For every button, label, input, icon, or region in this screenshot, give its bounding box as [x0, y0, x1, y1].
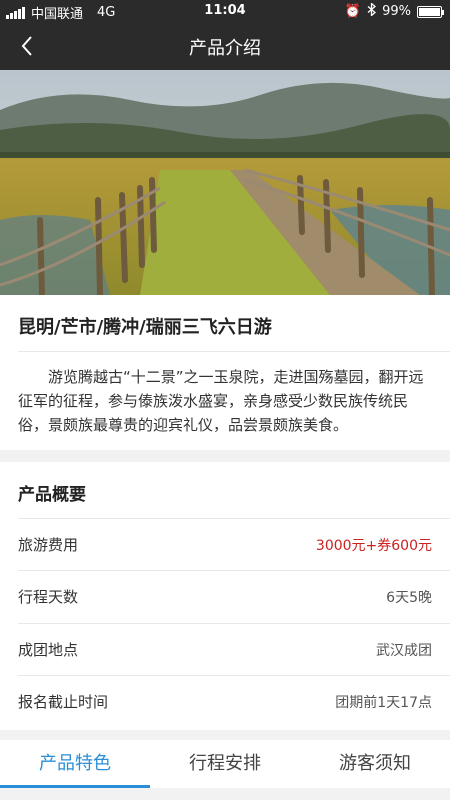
- battery-percent: 99%: [382, 4, 411, 19]
- overview-row-price: 旅游费用 3000元+券600元: [18, 518, 450, 570]
- bluetooth-icon: [367, 2, 377, 20]
- page-title: 产品介绍: [189, 38, 261, 59]
- row-label: 行程天数: [18, 588, 79, 606]
- tour-title: 昆明/芒市/腾冲/瑞丽三飞六日游: [18, 317, 272, 338]
- overview-card: 产品概要 旅游费用 3000元+券600元 行程天数 6天5晚 成团地点 武汉成…: [0, 462, 450, 730]
- tab-notice[interactable]: 游客须知: [300, 740, 450, 788]
- tour-info-card: 昆明/芒市/腾冲/瑞丽三飞六日游 游览腾越古“十二景”之一玉泉院，走进国殇墓园，…: [0, 295, 450, 450]
- divider: [18, 351, 450, 352]
- tab-bar: 产品特色 行程安排 游客须知: [0, 740, 450, 788]
- battery-icon: [417, 5, 444, 18]
- row-value: 6天5晚: [386, 589, 432, 606]
- row-label: 成团地点: [18, 641, 79, 659]
- row-value: 团期前1天17点: [335, 694, 432, 711]
- overview-row-deadline: 报名截止时间 团期前1天17点: [18, 675, 450, 727]
- hero-image: [0, 70, 450, 295]
- row-value: 3000元+券600元: [315, 537, 432, 554]
- battery-fill: [419, 7, 440, 16]
- overview-row-duration: 行程天数 6天5晚: [18, 570, 450, 622]
- tour-description: 游览腾越古“十二景”之一玉泉院，走进国殇墓园，翻开远征军的征程，参与傣族泼水盛宴…: [18, 368, 424, 434]
- status-right: ⏰ 99%: [344, 2, 444, 20]
- tab-features[interactable]: 产品特色: [0, 740, 150, 788]
- status-bar: 中国联通 4G 11:04 ⏰ 99%: [0, 0, 450, 22]
- row-label: 旅游费用: [18, 536, 79, 554]
- row-label: 报名截止时间: [18, 693, 109, 711]
- nav-bar: 产品介绍: [0, 22, 450, 70]
- overview-row-departure: 成团地点 武汉成团: [18, 623, 450, 675]
- overview-heading: 产品概要: [18, 485, 86, 505]
- alarm-icon: ⏰: [344, 4, 362, 19]
- bottom-strip: [0, 788, 450, 800]
- row-value: 武汉成团: [376, 642, 432, 659]
- tab-itinerary[interactable]: 行程安排: [150, 740, 300, 788]
